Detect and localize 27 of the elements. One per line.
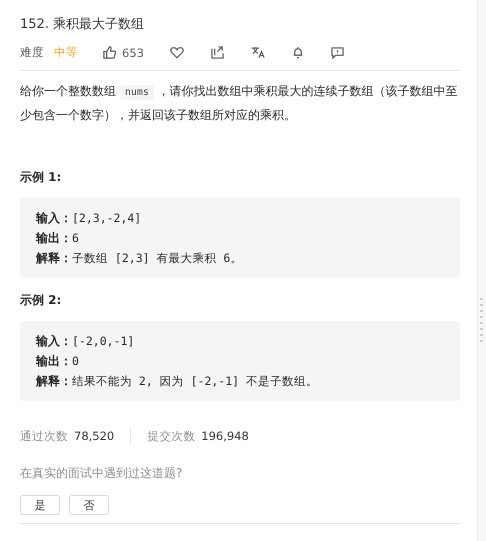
difficulty-level: 中等: [54, 45, 78, 60]
stat-value: 196,948: [201, 429, 249, 443]
example-line: 输出：6: [36, 230, 80, 247]
drag-handle-icon[interactable]: [480, 298, 483, 342]
stat-value: 78,520: [74, 429, 114, 443]
example-line: 解释：结果不能为 2, 因为 [-2,-1] 不是子数组。: [36, 373, 320, 390]
like-button[interactable]: 653: [102, 45, 144, 60]
problem-description: 给你一个整数数组 nums ，请你找出数组中乘积最大的连续子数组（该子数组中至少包含一个数字），并返回该子数组所对应的乘积。: [20, 83, 459, 124]
interview-question: 在真实的面试中遇到过这道题?: [20, 465, 184, 482]
example-line: 输入：[-2,0,-1]: [36, 333, 136, 350]
stat-label: 通过次数: [20, 428, 68, 444]
answer-button[interactable]: 否: [69, 495, 109, 515]
difficulty-label: 难度: [20, 45, 44, 60]
example-line: 输入：[2,3,-2,4]: [36, 210, 142, 227]
thumbs-up-icon: [102, 45, 117, 60]
share-icon[interactable]: [210, 46, 224, 59]
translate-icon[interactable]: [250, 46, 265, 59]
example-line: 输出：0: [36, 353, 80, 370]
answer-button[interactable]: 是: [20, 495, 60, 515]
example-heading: 示例 1:: [20, 169, 62, 186]
bell-icon[interactable]: [292, 46, 304, 59]
comment-icon[interactable]: [330, 46, 344, 58]
heart-icon[interactable]: [170, 46, 184, 59]
example-line: 解释：子数组 [2,3] 有最大乘积 6。: [36, 250, 244, 267]
problem-title: 152. 乘积最大子数组: [20, 16, 146, 33]
stat-label: 提交次数: [147, 428, 196, 444]
example-heading: 示例 2:: [20, 292, 62, 309]
